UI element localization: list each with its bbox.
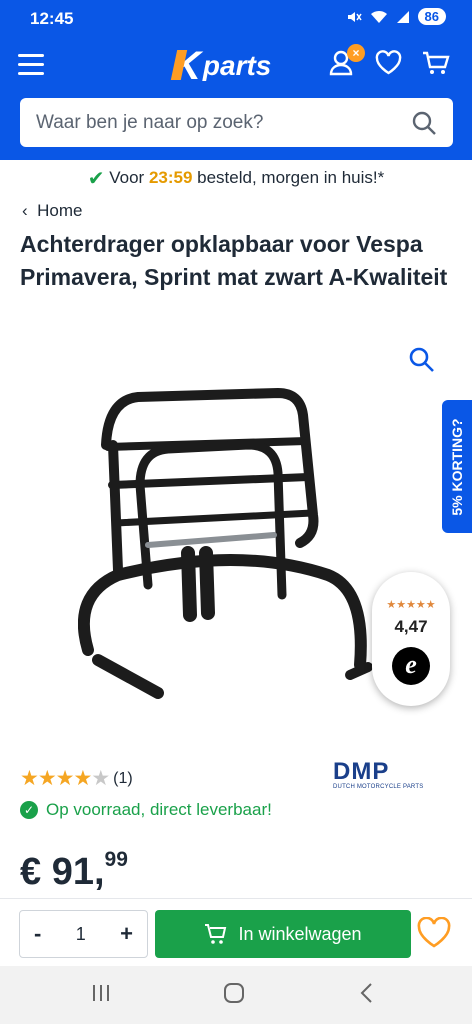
status-time: 12:45: [30, 9, 74, 28]
chevron-left-icon: ‹: [22, 201, 33, 220]
rating-count: (1): [113, 769, 133, 787]
quantity-value[interactable]: 1: [76, 924, 86, 945]
add-to-cart-button[interactable]: In winkelwagen: [155, 910, 411, 958]
logo[interactable]: K parts: [172, 46, 271, 86]
brand-subtitle: DUTCH MOTORCYCLE PARTS: [333, 784, 424, 790]
heart-icon[interactable]: [375, 50, 402, 76]
trusted-score: 4,47: [394, 617, 428, 636]
brand-name: DMP: [333, 758, 390, 785]
add-to-cart-bar: - 1 + In winkelwagen: [0, 898, 472, 966]
product-image[interactable]: [78, 385, 378, 705]
product-title: Achterdrager opklapbaar voor Vespa Prima…: [20, 231, 448, 290]
trusted-shops-logo: e: [392, 647, 430, 685]
usp-prefix: Voor: [109, 168, 149, 187]
stock-status: ✓ Op voorraad, direct leverbaar!: [20, 800, 272, 820]
search-bar: [20, 98, 453, 147]
search-icon[interactable]: [411, 110, 437, 136]
wishlist-heart-icon[interactable]: [416, 917, 452, 949]
system-icons: 86: [346, 8, 446, 25]
delivery-usp: ✔ Voor 23:59 besteld, morgen in huis!*: [0, 166, 472, 191]
zoom-icon[interactable]: [408, 346, 436, 374]
back-icon[interactable]: [356, 982, 378, 1004]
home-icon[interactable]: [223, 982, 245, 1004]
header-actions: ×: [329, 44, 450, 76]
trusted-shops-badge[interactable]: ★★★★★ 4,47 e: [372, 572, 450, 706]
site-header: K parts ×: [0, 36, 472, 160]
cart-icon: [205, 924, 227, 944]
check-circle-icon: ✓: [20, 801, 38, 819]
usp-time: 23:59: [148, 168, 193, 187]
signal-icon: [396, 10, 409, 23]
quantity-stepper[interactable]: - 1 +: [19, 910, 148, 958]
search-input[interactable]: [36, 111, 411, 134]
add-to-cart-label: In winkelwagen: [238, 923, 362, 944]
breadcrumb-home[interactable]: Home: [37, 201, 82, 220]
rating-stars-icon: ★★★★★: [20, 767, 110, 790]
decrease-button[interactable]: -: [34, 921, 41, 947]
product-rating[interactable]: ★★★★★ (1): [20, 766, 133, 791]
cart-icon[interactable]: [422, 50, 450, 76]
trusted-stars: ★★★★★: [386, 599, 436, 611]
logo-k: K: [172, 44, 201, 88]
brand-logo[interactable]: DMP DUTCH MOTORCYCLE PARTS: [333, 760, 429, 796]
account-badge: ×: [347, 44, 365, 62]
checkmark-icon: ✔: [87, 168, 105, 190]
mute-icon: [347, 11, 362, 22]
android-nav-bar: [0, 966, 472, 1024]
menu-icon[interactable]: [18, 54, 44, 76]
logo-text: parts: [202, 50, 272, 81]
account-button[interactable]: ×: [329, 44, 365, 76]
stock-text: Op voorraad, direct leverbaar!: [46, 800, 272, 819]
product-price: € 91,99: [20, 848, 128, 894]
battery-indicator: 86: [417, 8, 446, 25]
increase-button[interactable]: +: [120, 921, 133, 947]
status-bar: 12:45 86: [0, 0, 472, 36]
wifi-icon: [370, 10, 387, 23]
usp-suffix: besteld, morgen in huis!*: [192, 168, 385, 187]
recent-apps-icon[interactable]: [90, 982, 112, 1004]
price-main: € 91,: [20, 851, 105, 893]
price-cents: 99: [104, 848, 128, 871]
discount-label: 5% KORTING?: [449, 417, 465, 516]
breadcrumb[interactable]: ‹ Home: [22, 201, 82, 221]
discount-tab[interactable]: 5% KORTING?: [442, 400, 472, 533]
